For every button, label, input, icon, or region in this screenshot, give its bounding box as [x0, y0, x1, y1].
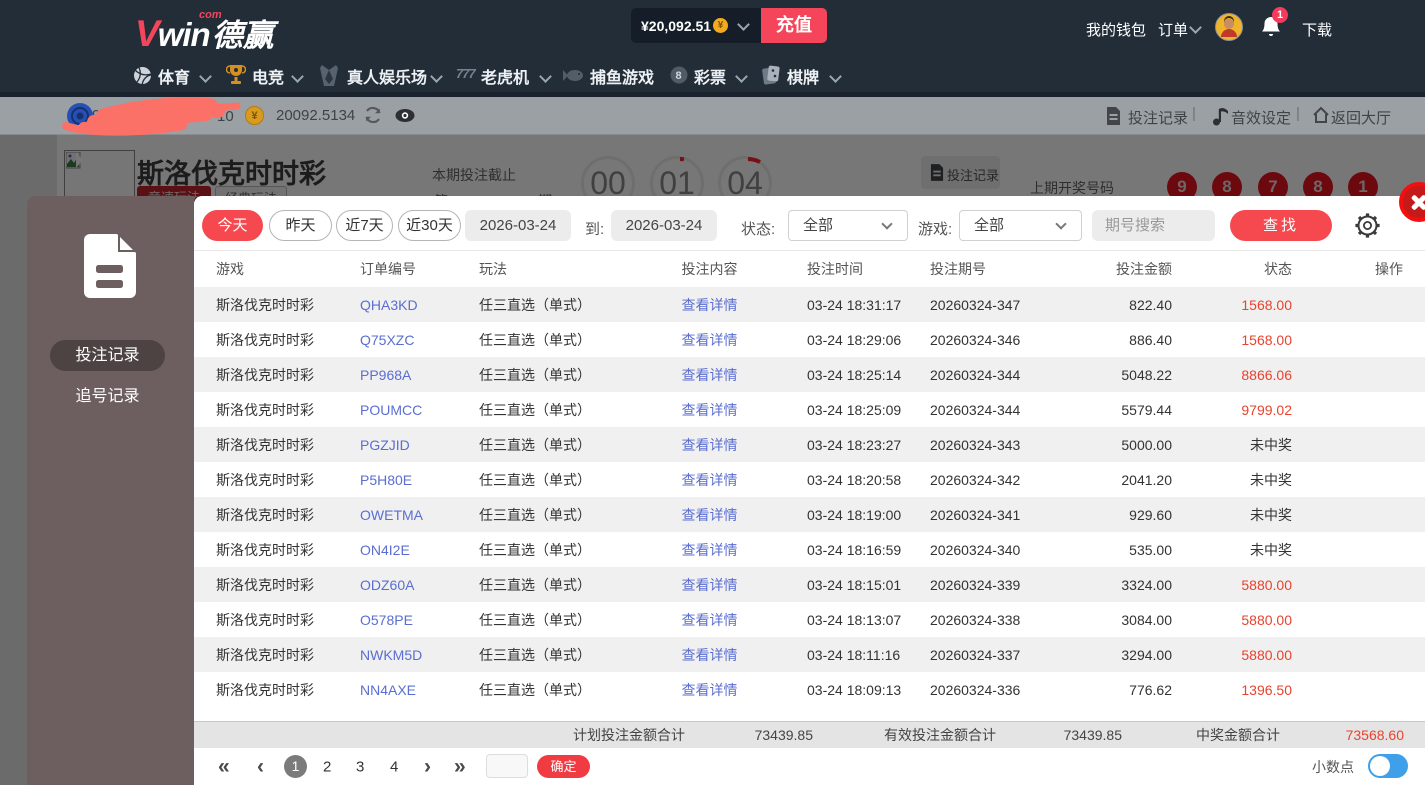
svg-text:8: 8 [676, 70, 682, 82]
